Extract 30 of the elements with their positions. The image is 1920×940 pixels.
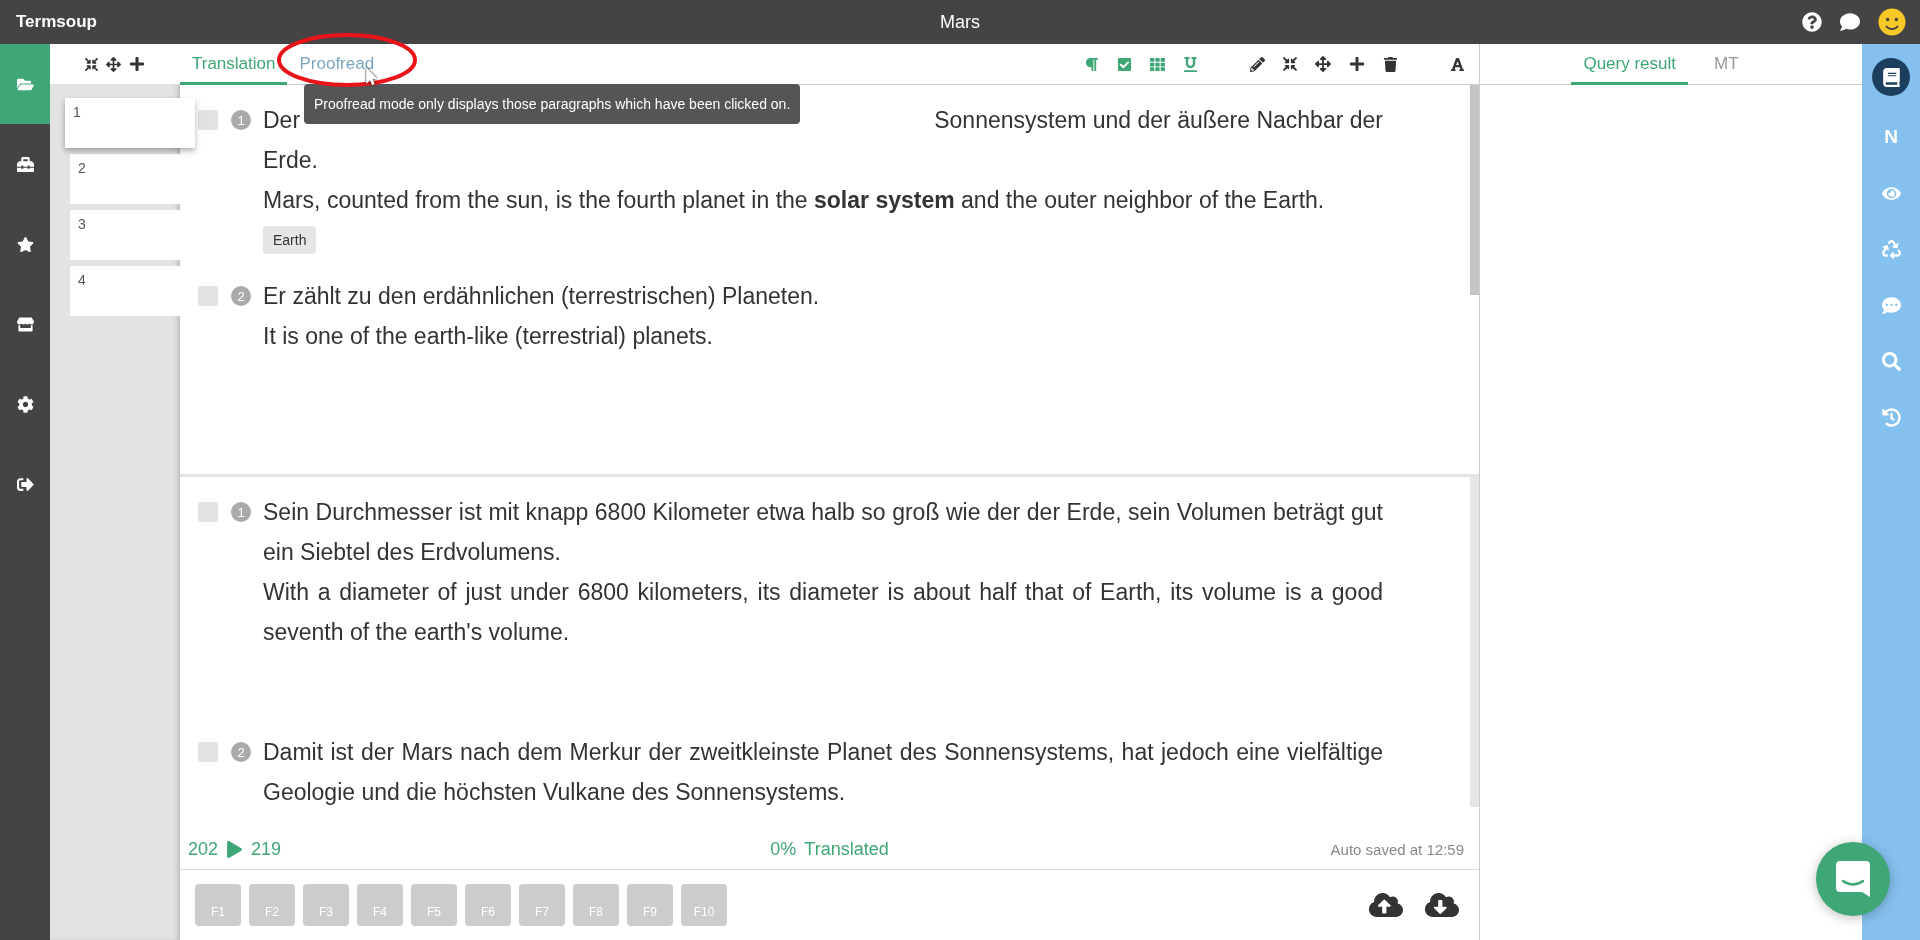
tooltip: Proofread mode only displays those paragraphs which have been clicked on.	[304, 84, 801, 124]
notes-button[interactable]: N	[1876, 122, 1906, 152]
segment-count: 219	[251, 839, 282, 860]
app-title: Termsoup	[16, 12, 97, 32]
term-tag[interactable]: Earth	[263, 226, 317, 254]
source-text: Er zählt zu den erdähnlichen (terrestrischen) Planeten.	[263, 282, 820, 311]
panel-tab[interactable]: MT	[1702, 54, 1751, 85]
progress-percent: 0%	[770, 839, 797, 860]
page-card[interactable]: 1	[65, 98, 195, 148]
segment-number: 1	[231, 502, 251, 523]
segment-count: 202	[188, 839, 219, 860]
source-text: Erde.	[263, 146, 318, 175]
page-card[interactable]: 4	[70, 266, 180, 316]
translation-text: It is one of the earth-like (terrestrial) planets.	[263, 322, 714, 351]
panel-tab[interactable]: Query result	[1571, 54, 1688, 85]
progress-label: Translated	[804, 839, 889, 860]
segment-number: 1	[231, 110, 251, 130]
source-text: Damit ist der Mars nach dem Merkur der zweitkleinste Planet des Sonnensystems, hat jedoch eine vielfältige Geologie und die höchsten Vulkane des Sonnensystems.	[263, 738, 1383, 808]
segment-number: 2	[231, 286, 251, 306]
translation-text: Mars, counted from the sun, is the fourth planet in the solar system and the outer neighbor of the Earth.	[263, 186, 1326, 215]
page-card[interactable]: 3	[70, 210, 180, 260]
segment-number: 2	[231, 742, 251, 763]
source-text: Sein Durchmesser ist mit knapp 6800 Kilometer etwa halb so groß wie der der Erde, sein Volumen beträgt gut ein Siebtel des Erdvolumens.	[263, 498, 1383, 568]
source-text: Sonnensystem und der äußere Nachbar der	[934, 106, 1383, 135]
autosave-status: Auto saved at 12:59	[1330, 841, 1464, 858]
source-text: Der	[263, 106, 301, 135]
translation-text: With a diameter of just under 6800 kilometers, its diameter is about half that of Earth, its volume is a good seventh of the earth's volume.	[263, 578, 1383, 648]
editor-tab[interactable]: Translation	[180, 54, 288, 85]
page-card[interactable]: 2	[70, 154, 180, 204]
document-title: Mars	[940, 11, 980, 33]
